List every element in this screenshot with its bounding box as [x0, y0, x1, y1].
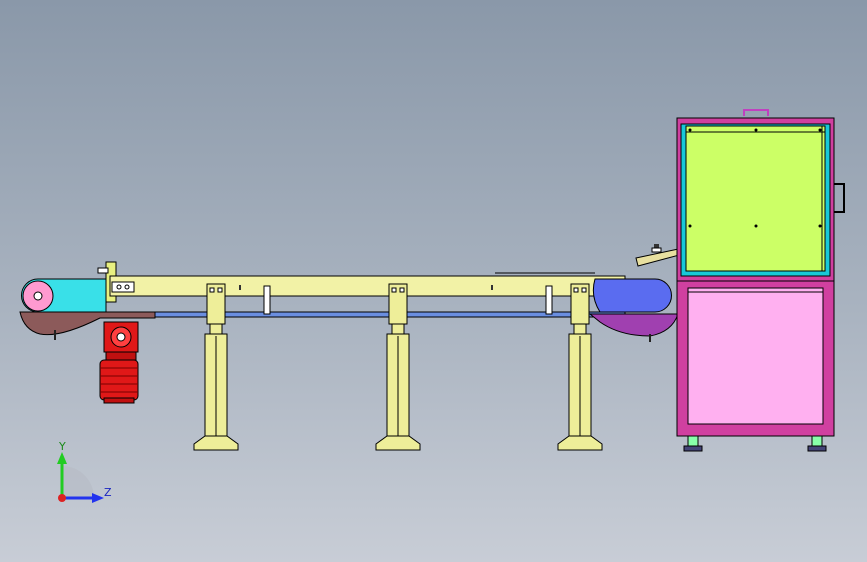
triad-z-label: Z	[104, 486, 112, 499]
support-leg	[557, 283, 603, 451]
discharge-tray	[588, 313, 679, 337]
triad-y-label: Y	[59, 440, 66, 453]
belt-guide-bracket	[545, 285, 553, 315]
coordinate-triad-icon	[57, 452, 104, 503]
drive-pulley-hub	[33, 291, 43, 301]
tensioner-screw	[97, 267, 109, 274]
cabinet-side-handle	[834, 183, 845, 213]
cabinet-top-handle	[743, 109, 769, 116]
frame-end-plate	[111, 281, 135, 293]
conveyor-assembly-drawing[interactable]	[0, 0, 867, 562]
frame-bolt	[491, 285, 493, 290]
gear-motor	[99, 321, 139, 404]
cabinet	[676, 117, 835, 437]
cabinet-lower-panel	[687, 287, 824, 425]
chute-sensor	[651, 244, 662, 253]
discharge-guard	[592, 278, 672, 313]
frame-bolt	[239, 285, 241, 290]
belt-guide-bracket	[263, 285, 271, 315]
cad-viewport[interactable]: Y Z	[0, 0, 867, 562]
cabinet-foot	[683, 435, 703, 452]
cabinet-foot	[807, 435, 827, 452]
support-leg	[193, 283, 239, 451]
cabinet-upper-panel	[685, 125, 826, 272]
support-leg	[375, 283, 421, 451]
